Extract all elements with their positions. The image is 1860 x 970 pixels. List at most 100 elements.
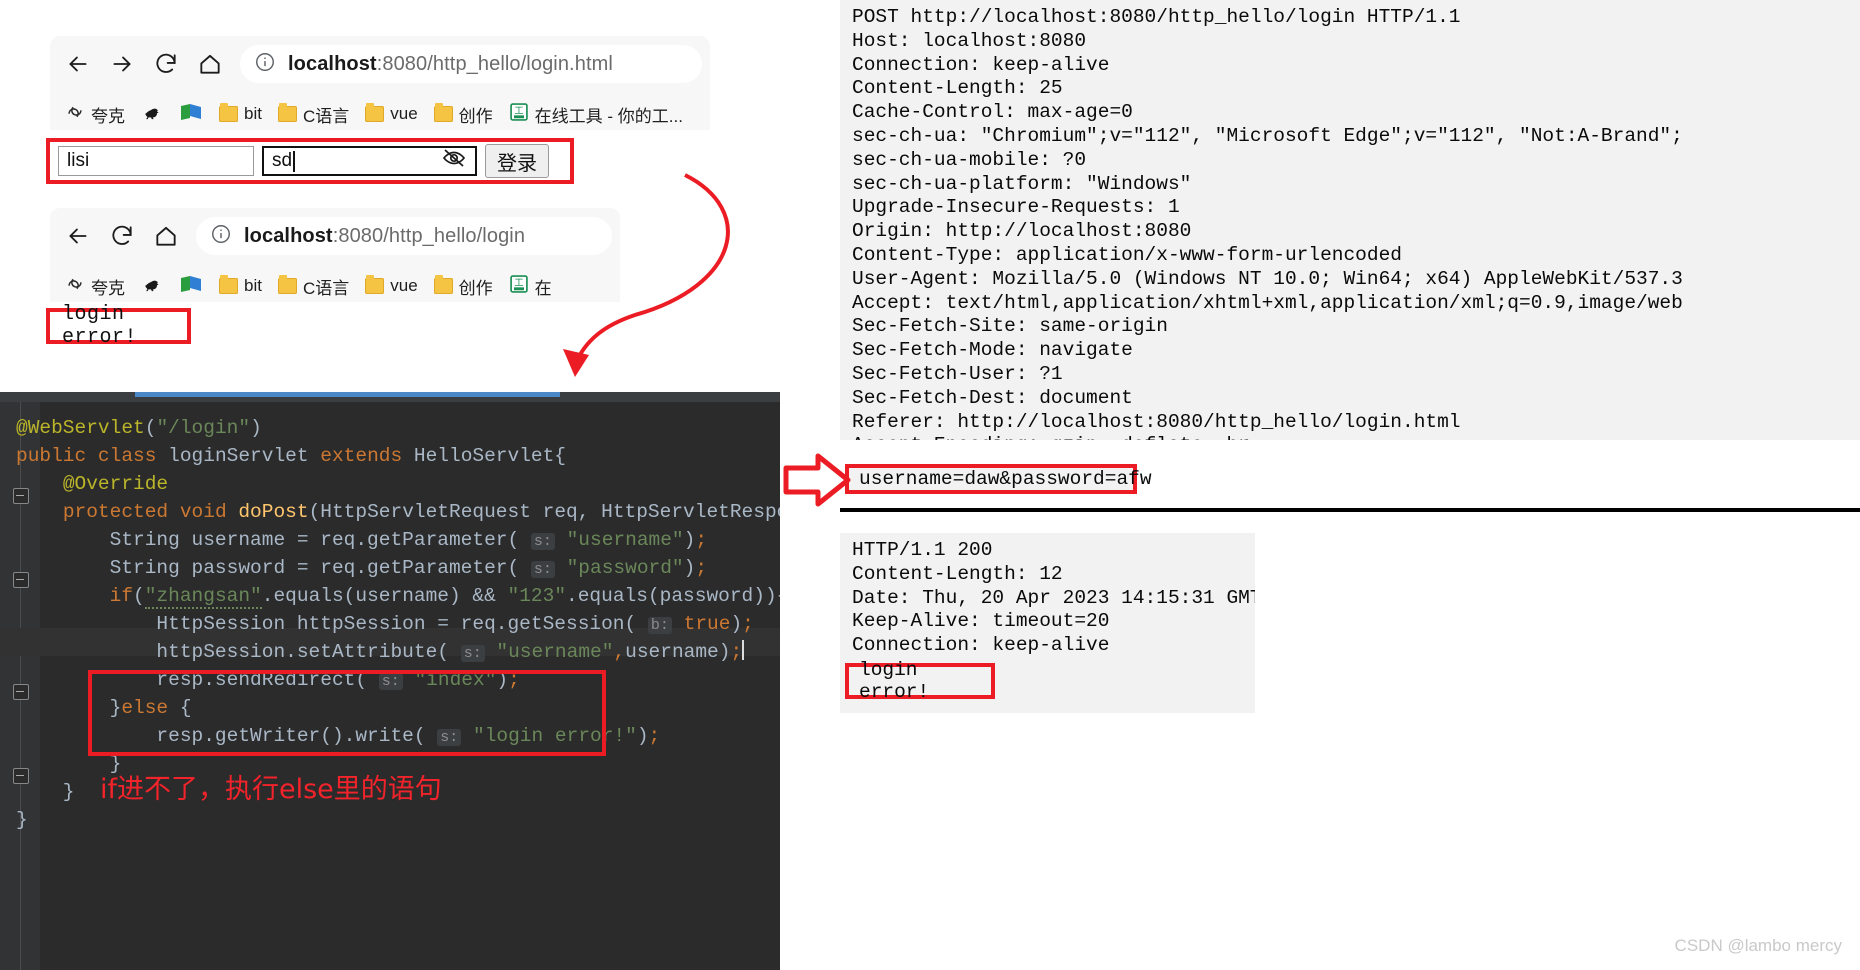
- bookmark-label: C语言: [302, 278, 350, 298]
- submit-label: 登录: [497, 152, 537, 175]
- book-icon: [179, 274, 203, 299]
- bookmark-horse-top[interactable]: [136, 99, 168, 130]
- browser-window-top: localhost:8080/http_hello/login.html 夸克 …: [50, 36, 710, 130]
- eye-off-icon[interactable]: [441, 147, 467, 175]
- bookmark-create-bottom[interactable]: 创作: [429, 271, 498, 302]
- request-response-separator: [840, 508, 1860, 512]
- reload-icon[interactable]: [102, 216, 142, 256]
- response-line: Connection: keep-alive: [852, 634, 1110, 657]
- bookmark-tools-top[interactable]: 工 在线工具 - 你的工...: [504, 99, 688, 130]
- browser-window-bottom: localhost:8080/http_hello/login 夸克 bit C…: [50, 208, 620, 302]
- quark-icon: [65, 102, 85, 127]
- back-arrow-icon[interactable]: [58, 44, 98, 84]
- url-host-bottom: localhost: [244, 224, 333, 247]
- url-path-bottom: :8080/http_hello/login: [332, 224, 526, 247]
- horse-icon: [141, 102, 163, 127]
- username-value: lisi: [67, 150, 90, 171]
- back-arrow-icon[interactable]: [58, 216, 98, 256]
- response-line: Date: Thu, 20 Apr 2023 14:15:31 GMT: [852, 586, 1255, 609]
- code-line: protected void doPost(HttpServletRequest…: [62, 501, 780, 523]
- request-line: Upgrade-Insecure-Requests: 1: [852, 196, 1180, 219]
- request-body-text: username=daw&password=afw: [859, 468, 1152, 490]
- folder-icon: [277, 103, 297, 122]
- http-request-panel: POST http://localhost:8080/http_hello/lo…: [840, 0, 1860, 440]
- bookmark-label: vue: [390, 276, 418, 295]
- bookmark-create-top[interactable]: 创作: [429, 99, 498, 130]
- code-line: }: [16, 809, 28, 831]
- bookmark-bit-bottom[interactable]: bit: [214, 273, 267, 299]
- else-block-highlight: [88, 670, 606, 756]
- bookmark-quark-top[interactable]: 夸克: [60, 99, 130, 130]
- username-input[interactable]: lisi: [58, 146, 254, 176]
- bookmark-label: bit: [244, 276, 262, 295]
- response-body-box: login error!: [845, 659, 995, 703]
- bookmark-label: 在线工具 - 你的工...: [534, 106, 683, 126]
- home-icon[interactable]: [146, 216, 186, 256]
- code-line: String password = req.getParameter( s: "…: [16, 557, 708, 579]
- request-line: Origin: http://localhost:8080: [852, 220, 1192, 243]
- horse-icon: [141, 274, 163, 299]
- code-line: String username = req.getParameter( s: "…: [16, 529, 708, 551]
- request-line: Sec-Fetch-User: ?1: [852, 362, 1063, 385]
- bookmark-bit-top[interactable]: bit: [214, 101, 267, 127]
- bookmark-clang-top[interactable]: C语言: [273, 99, 354, 130]
- bookmark-book-top[interactable]: [174, 99, 208, 130]
- bookmark-vue-top[interactable]: vue: [360, 101, 422, 127]
- bookmark-label: 创作: [458, 106, 493, 126]
- password-value: sd: [272, 150, 293, 171]
- request-line: User-Agent: Mozilla/5.0 (Windows NT 10.0…: [852, 267, 1683, 290]
- login-form: lisi sd 登录: [46, 138, 574, 184]
- info-circle-icon[interactable]: [210, 223, 232, 250]
- home-icon[interactable]: [190, 44, 230, 84]
- request-line: Cache-Control: max-age=0: [852, 101, 1133, 124]
- page-output-text: login error!: [62, 303, 138, 349]
- bookmark-label: 创作: [458, 278, 493, 298]
- bookmark-book-bottom[interactable]: [174, 271, 208, 302]
- response-body-text: login error!: [859, 659, 930, 703]
- folder-icon: [433, 275, 453, 294]
- annotation-block-arrow: [783, 453, 851, 507]
- bookmarks-bar-bottom: 夸克 bit C语言 vue 创作 工 在: [50, 264, 620, 302]
- request-line: Sec-Fetch-Dest: document: [852, 386, 1133, 409]
- password-input[interactable]: sd: [262, 146, 477, 176]
- request-line: Accept-Encoding: gzip, deflate, br: [852, 434, 1250, 440]
- bookmark-label: bit: [244, 104, 262, 123]
- browser-toolbar-top: localhost:8080/http_hello/login.html: [50, 36, 710, 92]
- bookmark-vue-bottom[interactable]: vue: [360, 273, 422, 299]
- tool-icon: 工: [509, 274, 529, 299]
- bookmark-label: vue: [390, 104, 418, 123]
- url-host-top: localhost: [288, 52, 377, 75]
- code-line: @Override: [62, 473, 169, 495]
- bookmark-quark-bottom[interactable]: 夸克: [60, 271, 130, 302]
- folder-icon: [365, 103, 385, 122]
- folder-icon: [219, 103, 238, 122]
- request-line: Content-Type: application/x-www-form-url…: [852, 243, 1402, 266]
- info-circle-icon[interactable]: [254, 51, 276, 78]
- folder-icon: [277, 275, 297, 294]
- folder-icon: [219, 275, 238, 294]
- editor-annotation-cn: if进不了，执行else里的语句: [100, 774, 442, 805]
- forward-arrow-icon[interactable]: [102, 44, 142, 84]
- reload-icon[interactable]: [146, 44, 186, 84]
- bookmark-label: 夸克: [91, 106, 125, 126]
- request-line: Referer: http://localhost:8080/http_hell…: [852, 410, 1461, 433]
- request-line: sec-ch-ua-mobile: ?0: [852, 148, 1087, 171]
- book-icon: [179, 102, 203, 127]
- request-line: Sec-Fetch-Mode: navigate: [852, 339, 1133, 362]
- url-path-top: :8080/http_hello/login.html: [376, 52, 613, 75]
- tool-icon: 工: [509, 102, 529, 127]
- bookmark-clang-bottom[interactable]: C语言: [273, 271, 354, 302]
- text-caret: [293, 150, 296, 172]
- request-line: POST http://localhost:8080/http_hello/lo…: [852, 6, 1461, 28]
- svg-text:工: 工: [514, 277, 523, 288]
- code-line: httpSession.setAttribute( s: "username",…: [16, 640, 745, 663]
- bookmark-label: C语言: [302, 106, 350, 126]
- url-text-bottom: localhost:8080/http_hello/login: [244, 225, 525, 248]
- bookmark-horse-bottom[interactable]: [136, 271, 168, 302]
- request-line: sec-ch-ua: "Chromium";v="112", "Microsof…: [852, 124, 1683, 147]
- request-line: Sec-Fetch-Site: same-origin: [852, 315, 1168, 338]
- browser-toolbar-bottom: localhost:8080/http_hello/login: [50, 208, 620, 264]
- code-editor: @WebServlet("/login") public class loginS…: [0, 392, 780, 970]
- address-bar-top[interactable]: localhost:8080/http_hello/login.html: [240, 45, 702, 83]
- response-line: HTTP/1.1 200: [852, 539, 993, 561]
